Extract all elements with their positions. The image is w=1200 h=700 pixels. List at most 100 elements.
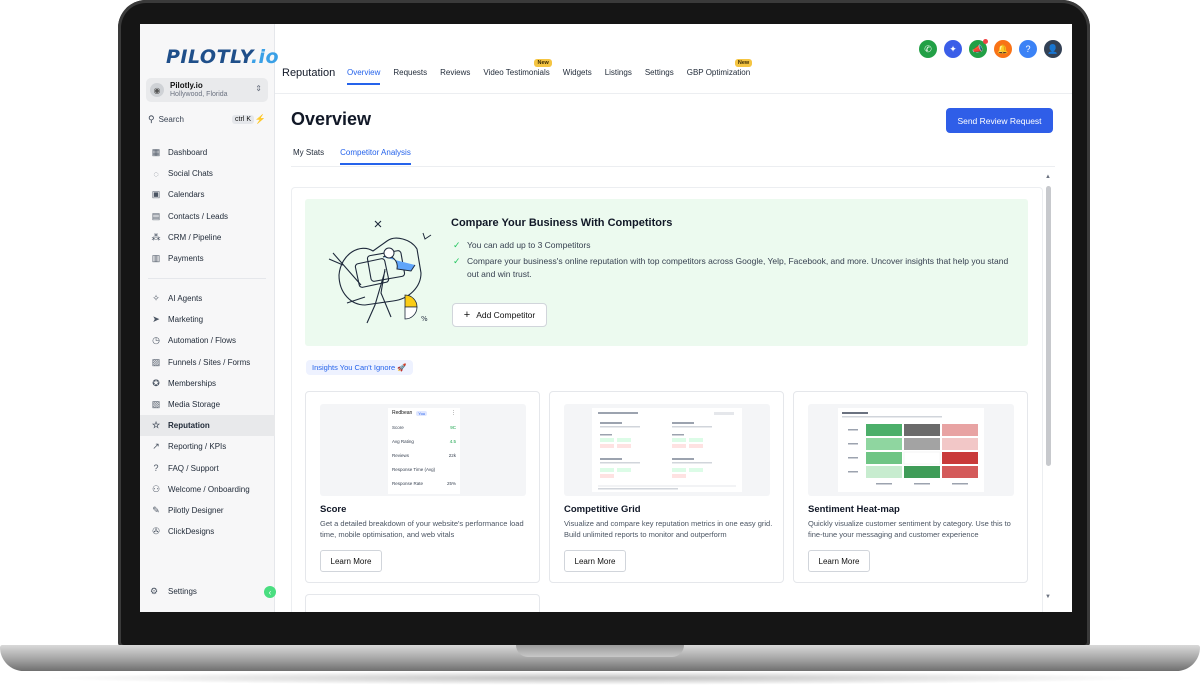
preview-row-value: 22k <box>448 453 456 458</box>
logo[interactable]: PILOTLY.io <box>166 46 279 68</box>
check-icon: ✓ <box>453 240 461 250</box>
scroll-thumb[interactable] <box>1046 186 1051 466</box>
sidebar-item-reputation[interactable]: ☆ Reputation <box>140 415 275 437</box>
sidebar-item-media-storage[interactable]: ▧ Media Storage <box>140 394 275 415</box>
sidebar-item-funnels-sites-forms[interactable]: ▨ Funnels / Sites / Forms <box>140 352 275 373</box>
dashboard-icon: ▦ <box>151 147 161 158</box>
sidebar-item-label: Settings <box>168 587 197 596</box>
card-description: Visualize and compare key reputation met… <box>564 519 773 539</box>
sidebar-item-label: Memberships <box>168 378 217 388</box>
competitive-grid-preview <box>564 404 770 496</box>
learn-more-button[interactable]: Learn More <box>564 550 626 572</box>
tab-requests[interactable]: Requests <box>393 68 427 85</box>
help-icon[interactable]: ? <box>1019 40 1037 58</box>
learn-more-button[interactable]: Learn More <box>808 550 870 572</box>
account-switcher[interactable]: ◉ Pilotly.io Hollywood, Florida ⇕ <box>146 78 268 102</box>
search-bar[interactable]: ⚲ Search ctrl K ⚡ <box>148 112 266 126</box>
tab-overview[interactable]: Overview <box>347 68 381 85</box>
subtab-competitor-analysis[interactable]: Competitor Analysis <box>340 148 411 165</box>
bolt-icon[interactable]: ⚡ <box>255 114 266 125</box>
heatmap-illustration <box>838 408 984 492</box>
nav-group-secondary: ✧ AI Agents ➤ Marketing ◷ Automation / Flows ▨… <box>140 288 275 542</box>
hero-points: ✓ You can add up to 3 Competitors ✓ Compare… <box>453 239 1013 284</box>
sidebar-item-marketing[interactable]: ➤ Marketing <box>140 309 275 330</box>
sidebar-item-social-chats[interactable]: ◌ Social Chats <box>140 163 275 184</box>
learn-more-button[interactable]: Learn More <box>320 550 382 572</box>
account-avatar-icon: ◉ <box>150 83 164 97</box>
sidebar-divider <box>148 278 266 279</box>
svg-text:%: % <box>421 315 428 323</box>
chevron-updown-icon: ⇕ <box>255 84 262 93</box>
competitor-hero-banner: % Compare Your Business With Competitors… <box>305 199 1028 346</box>
tab-label: Requests <box>393 68 428 77</box>
send-icon: ➤ <box>152 314 160 325</box>
tab-reviews[interactable]: Reviews <box>440 68 470 85</box>
hero-title: Compare Your Business With Competitors <box>451 217 673 229</box>
sidebar-item-faq-support[interactable]: ? FAQ / Support <box>140 458 275 479</box>
contacts-icon: ▤ <box>151 210 161 221</box>
add-competitor-label: Add Competitor <box>476 310 536 320</box>
sidebar-item-dashboard[interactable]: ▦ Dashboard <box>140 142 275 163</box>
sidebar-item-label: Reporting / KPIs <box>168 442 227 452</box>
tab-listings[interactable]: Listings <box>605 68 632 85</box>
tab-widgets[interactable]: Widgets <box>563 68 592 85</box>
competitive-grid-illustration <box>592 408 742 492</box>
tab-gbp-optimization[interactable]: GBP Optimization New <box>686 59 753 85</box>
search-label: Search <box>158 114 184 124</box>
competitor-illustration: % <box>328 220 432 324</box>
sidebar-item-contacts-leads[interactable]: ▤ Contacts / Leads <box>140 206 275 227</box>
collapse-sidebar-button[interactable]: ‹ <box>264 586 276 598</box>
tab-label: Reviews <box>440 68 471 77</box>
send-review-request-button[interactable]: Send Review Request <box>946 108 1053 133</box>
sidebar-item-ai-agents[interactable]: ✧ AI Agents <box>140 288 275 309</box>
scroll-up-icon[interactable]: ▲ <box>1045 174 1051 180</box>
sidebar-item-crm-pipeline[interactable]: ⁂ CRM / Pipeline <box>140 227 275 248</box>
user-avatar[interactable]: 👤 <box>1044 40 1062 58</box>
hero-point: ✓ Compare your business's online reputati… <box>453 255 1013 281</box>
phone-icon[interactable]: ✆ <box>919 40 937 58</box>
subtab-my-stats[interactable]: My Stats <box>293 148 324 165</box>
sidebar-item-label: Automation / Flows <box>168 336 237 346</box>
membership-icon: ✪ <box>152 377 160 388</box>
score-preview-panel: Redbean You ⋮ Score 9C Avg Rating 4.5 Revi… <box>388 408 460 494</box>
megaphone-icon[interactable]: 📣 <box>969 39 988 58</box>
sidebar-item-label: Pilotly Designer <box>168 505 224 515</box>
sidebar-item-welcome-onboarding[interactable]: ⚇ Welcome / Onboarding <box>140 479 275 500</box>
sidebar-item-label: AI Agents <box>168 294 203 304</box>
more-icon: ⋮ <box>451 410 456 416</box>
bell-icon[interactable]: 🔔 <box>994 40 1012 58</box>
sidebar-item-pilotly-designer[interactable]: ✎ Pilotly Designer <box>140 500 275 521</box>
payments-icon: ▥ <box>151 253 161 264</box>
question-icon: ? <box>153 463 159 474</box>
sentiment-heatmap-preview <box>808 404 1014 496</box>
top-tabs: Overview Requests Reviews Video Testimonial… <box>347 59 763 85</box>
star-icon: ☆ <box>151 420 161 431</box>
preview-row-label: Response Time (Avg) <box>392 467 436 472</box>
topbar-divider <box>275 93 1072 94</box>
sub-tabs: My Stats Competitor Analysis <box>293 148 427 165</box>
insights-tag: Insights You Can't Ignore 🚀 <box>306 360 413 375</box>
new-badge: New <box>534 59 552 67</box>
sidebar-item-payments[interactable]: ▥ Payments <box>140 248 275 269</box>
sidebar-item-reporting-kpis[interactable]: ↗ Reporting / KPIs <box>140 436 275 457</box>
chat-icon: ◌ <box>153 168 159 179</box>
sidebar-item-clickdesigns[interactable]: ✇ ClickDesigns <box>140 521 275 542</box>
sidebar-item-automation-flows[interactable]: ◷ Automation / Flows <box>140 330 275 351</box>
magic-wand-icon[interactable]: ✦ <box>944 40 962 58</box>
hero-point-text: You can add up to 3 Competitors <box>467 240 591 250</box>
feature-card-competitive-grid: Competitive Grid Visualize and compare k… <box>549 391 784 583</box>
add-competitor-button[interactable]: + Add Competitor <box>452 303 547 327</box>
sidebar-item-calendars[interactable]: ▣ Calendars <box>140 184 275 205</box>
sidebar-item-label: ClickDesigns <box>168 527 215 537</box>
sidebar-item-memberships[interactable]: ✪ Memberships <box>140 373 275 394</box>
preview-row-label: Response Rate <box>392 481 424 486</box>
tab-video-testimonials[interactable]: Video Testimonials New <box>483 59 552 85</box>
tab-settings[interactable]: Settings <box>645 68 674 85</box>
card-title: Score <box>320 504 347 515</box>
scroll-down-icon[interactable]: ▼ <box>1045 594 1051 600</box>
sidebar-item-settings[interactable]: ⚙ Settings <box>150 586 197 597</box>
plus-icon: + <box>463 309 471 321</box>
scrollbar[interactable]: ▲ ▼ <box>1044 174 1052 606</box>
sidebar-item-label: Dashboard <box>168 148 208 158</box>
tab-label: GBP Optimization <box>686 68 751 77</box>
